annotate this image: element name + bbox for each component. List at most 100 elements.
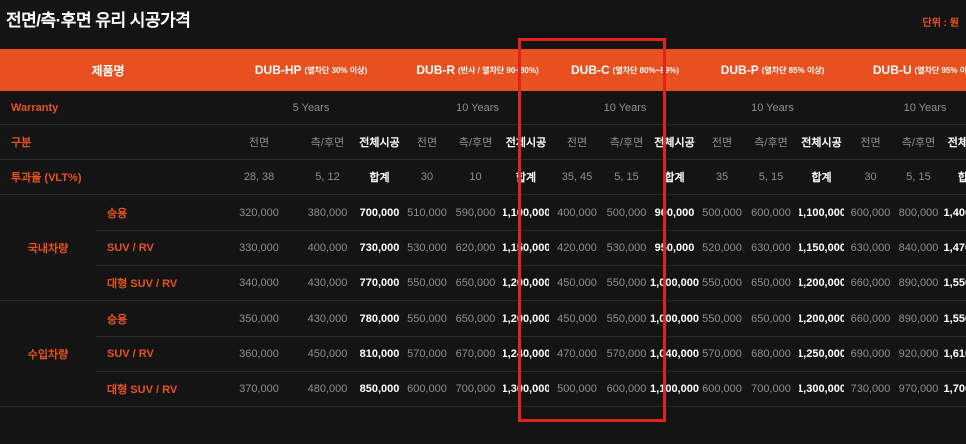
price-cell: 590,000	[448, 195, 503, 231]
division-side-rear: 측/후면	[448, 125, 503, 160]
warranty-value: 5 Years	[216, 91, 406, 125]
price-total: 850,000	[353, 372, 406, 407]
price-total: 1,100,000	[503, 195, 549, 231]
vehicle-type: 대형 SUV / RV	[96, 266, 216, 301]
price-total: 950,000	[648, 231, 701, 266]
vlt-side: 5, 15	[897, 160, 940, 195]
vlt-total: 합계	[353, 160, 406, 195]
price-cell: 690,000	[844, 337, 897, 372]
price-cell: 800,000	[897, 195, 940, 231]
price-cell: 550,000	[605, 266, 648, 301]
price-cell: 520,000	[701, 231, 743, 266]
division-label: 구분	[0, 125, 216, 160]
price-cell: 380,000	[302, 195, 353, 231]
product-header-hp: DUB-HP (열차단 30% 이상)	[216, 49, 406, 91]
vlt-front: 35	[701, 160, 743, 195]
price-cell: 550,000	[605, 301, 648, 337]
product-note: (열차단 85% 이상)	[761, 65, 825, 75]
price-cell: 620,000	[448, 231, 503, 266]
product-name: DUB-HP	[254, 63, 302, 77]
division-front: 전면	[844, 125, 897, 160]
division-side-rear: 측/후면	[605, 125, 648, 160]
product-header-label: 제품명	[0, 49, 216, 91]
price-cell: 450,000	[549, 301, 605, 337]
product-note: (열차단 80%~89%)	[612, 65, 679, 75]
price-cell: 450,000	[302, 337, 353, 372]
warranty-label: Warranty	[0, 91, 216, 125]
vlt-side: 10	[448, 160, 503, 195]
page-title: 전면/측·후면 유리 시공가격	[6, 11, 191, 30]
product-note: (열차단 30% 이상)	[304, 65, 368, 75]
price-total: 1,550,000	[940, 301, 966, 337]
price-cell: 530,000	[406, 231, 448, 266]
division-front: 전면	[701, 125, 743, 160]
price-total: 810,000	[353, 337, 406, 372]
product-header-c: DUB-C (열차단 80%~89%)	[549, 49, 701, 91]
price-cell: 700,000	[743, 372, 799, 407]
vlt-front: 35, 45	[549, 160, 605, 195]
division-total: 전체시공	[799, 125, 844, 160]
vlt-total: 합계	[799, 160, 844, 195]
price-total: 1,200,000	[799, 266, 844, 301]
price-cell: 650,000	[448, 266, 503, 301]
vlt-label: 투과율 (VLT%)	[0, 160, 216, 195]
price-cell: 450,000	[549, 266, 605, 301]
price-total: 1,250,000	[799, 337, 844, 372]
price-cell: 370,000	[216, 372, 302, 407]
price-total: 1,000,000	[648, 266, 701, 301]
price-total: 1,040,000	[648, 337, 701, 372]
vlt-side: 5, 15	[743, 160, 799, 195]
price-cell: 570,000	[701, 337, 743, 372]
price-total: 1,550,000	[940, 266, 966, 301]
price-cell: 340,000	[216, 266, 302, 301]
product-name: DUB-C	[571, 63, 610, 77]
group-import-label: 수입차량	[0, 301, 96, 407]
price-total: 1,200,000	[503, 301, 549, 337]
division-side-rear: 측/후면	[743, 125, 799, 160]
division-side-rear: 측/후면	[302, 125, 353, 160]
vehicle-type: 승용	[96, 195, 216, 231]
warranty-value: 10 Years	[844, 91, 966, 125]
price-total: 1,300,000	[503, 372, 549, 407]
price-cell: 600,000	[844, 195, 897, 231]
price-cell: 430,000	[302, 266, 353, 301]
price-total: 1,000,000	[648, 301, 701, 337]
price-total: 1,610,000	[940, 337, 966, 372]
price-cell: 480,000	[302, 372, 353, 407]
price-total: 700,000	[353, 195, 406, 231]
price-cell: 680,000	[743, 337, 799, 372]
division-total: 전체시공	[648, 125, 701, 160]
vehicle-type: 승용	[96, 301, 216, 337]
price-cell: 400,000	[549, 195, 605, 231]
price-total: 1,400,000	[940, 195, 966, 231]
price-cell: 500,000	[549, 372, 605, 407]
price-total: 1,100,000	[799, 195, 844, 231]
price-cell: 470,000	[549, 337, 605, 372]
price-cell: 630,000	[743, 231, 799, 266]
vehicle-type: SUV / RV	[96, 231, 216, 266]
price-table: 제품명 DUB-HP (열차단 30% 이상) DUB-R (반사 / 열차단 90…	[0, 49, 966, 444]
price-cell: 500,000	[605, 195, 648, 231]
vlt-total: 합계	[940, 160, 966, 195]
price-cell: 320,000	[216, 195, 302, 231]
price-cell: 840,000	[897, 231, 940, 266]
price-total: 770,000	[353, 266, 406, 301]
price-total: 900,000	[648, 195, 701, 231]
price-cell: 350,000	[216, 301, 302, 337]
price-cell: 330,000	[216, 231, 302, 266]
price-cell: 970,000	[897, 372, 940, 407]
price-total: 1,700,000	[940, 372, 966, 407]
price-cell: 600,000	[743, 195, 799, 231]
price-cell: 550,000	[406, 266, 448, 301]
vlt-front: 30	[844, 160, 897, 195]
warranty-value: 10 Years	[701, 91, 844, 125]
vlt-front: 28, 38	[216, 160, 302, 195]
price-cell: 430,000	[302, 301, 353, 337]
price-cell: 600,000	[701, 372, 743, 407]
division-total: 전체시공	[353, 125, 406, 160]
division-total: 전체시공	[503, 125, 549, 160]
price-cell: 550,000	[701, 301, 743, 337]
price-total: 1,150,000	[503, 231, 549, 266]
division-front: 전면	[549, 125, 605, 160]
price-cell: 700,000	[448, 372, 503, 407]
